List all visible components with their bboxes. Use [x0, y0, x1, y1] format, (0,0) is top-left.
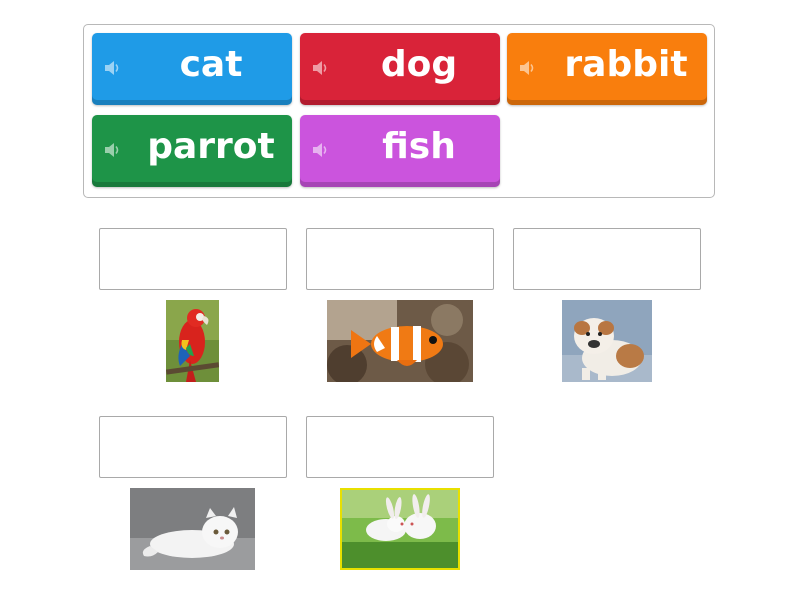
tile-parrot[interactable]: parrot	[92, 115, 292, 187]
rabbits-image	[340, 488, 460, 570]
tile-fish[interactable]: fish	[300, 115, 500, 187]
tile-label: rabbit	[564, 44, 688, 85]
tile-label: cat	[179, 44, 243, 85]
persian-cat-image	[130, 488, 255, 570]
drop-slot-dog[interactable]	[513, 228, 701, 290]
speaker-icon[interactable]	[104, 60, 122, 76]
tile-label: parrot	[147, 126, 275, 167]
speaker-icon[interactable]	[312, 60, 330, 76]
bulldog-puppy-image	[562, 300, 652, 382]
tile-label: fish	[382, 126, 456, 167]
speaker-icon[interactable]	[519, 60, 537, 76]
tile-label: dog	[380, 44, 458, 85]
tile-cat[interactable]: cat	[92, 33, 292, 105]
drop-slot-rabbit[interactable]	[306, 416, 494, 478]
parrot-image	[166, 300, 219, 382]
drop-slot-parrot[interactable]	[99, 228, 287, 290]
speaker-icon[interactable]	[312, 142, 330, 158]
clownfish-image	[327, 300, 473, 382]
drop-slot-fish[interactable]	[306, 228, 494, 290]
word-bank: cat dog rabbit parrot fish	[83, 24, 715, 198]
drop-slot-cat[interactable]	[99, 416, 287, 478]
tile-rabbit[interactable]: rabbit	[507, 33, 707, 105]
tile-dog[interactable]: dog	[300, 33, 500, 105]
speaker-icon[interactable]	[104, 142, 122, 158]
